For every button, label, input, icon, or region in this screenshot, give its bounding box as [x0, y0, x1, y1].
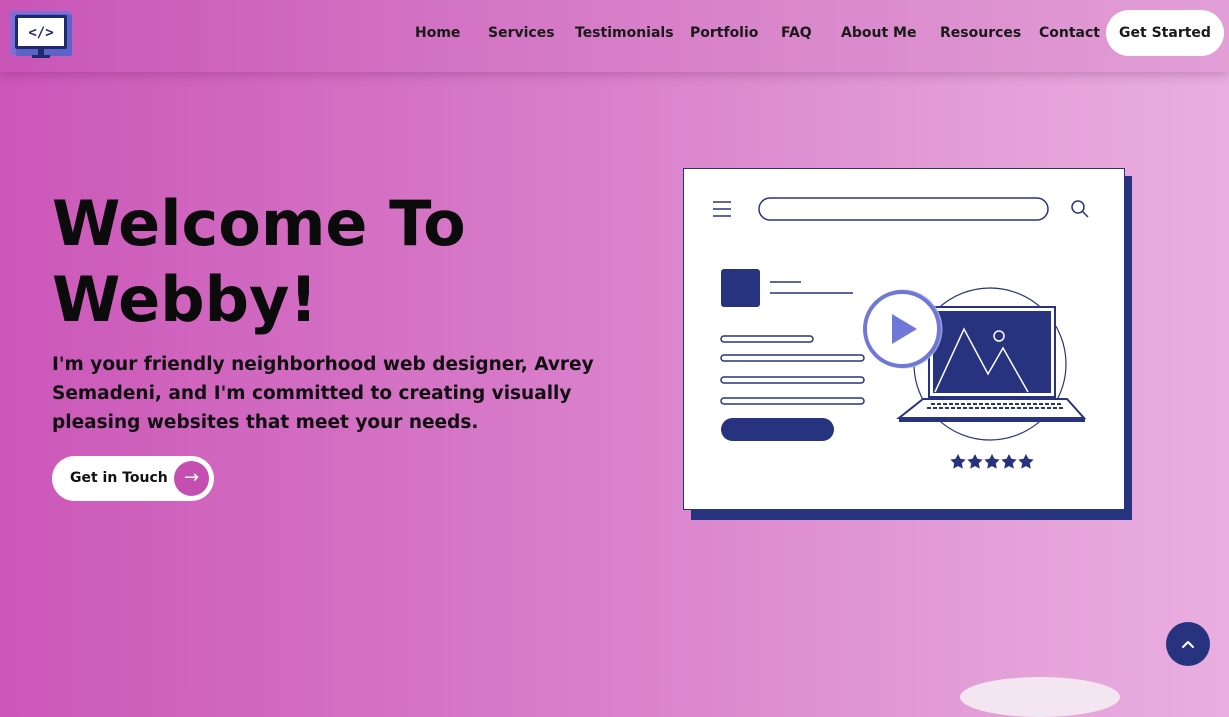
mock-avatar-block [721, 269, 760, 307]
get-in-touch-button[interactable]: Get in Touch → [52, 456, 214, 501]
nav-resources-link[interactable]: Resources [940, 25, 1021, 41]
nav-home-link[interactable]: Home [415, 25, 460, 41]
logo-code-text: </> [28, 25, 53, 41]
hero-title-line-2: Webby! [52, 263, 318, 336]
get-started-button[interactable]: Get Started [1106, 10, 1224, 56]
hero-description: I'm your friendly neighborhood web desig… [52, 354, 594, 433]
website-illustration [683, 168, 1132, 520]
scroll-to-top-button[interactable] [1166, 622, 1210, 666]
nav-about-me-link[interactable]: About Me [841, 25, 916, 41]
nav-portfolio-link[interactable]: Portfolio [690, 25, 758, 41]
code-monitor-logo-icon[interactable]: </> [8, 8, 78, 60]
nav-faq-link[interactable]: FAQ [781, 25, 812, 41]
nav-testimonials-link[interactable]: Testimonials [575, 25, 674, 41]
next-section-edge [960, 677, 1120, 717]
nav-contact-link[interactable]: Contact [1039, 25, 1100, 41]
play-video-icon [863, 289, 943, 369]
mock-button [721, 418, 834, 441]
chevron-up-icon [1182, 641, 1194, 648]
hero-title-line-1: Welcome To [52, 187, 466, 260]
get-in-touch-label: Get in Touch [70, 470, 168, 486]
arrow-right-icon: → [174, 461, 209, 496]
hero-title: Welcome To Webby! [52, 186, 612, 338]
nav-services-link[interactable]: Services [488, 25, 555, 41]
top-navigation-bar: </> Home Services Testimonials Portfolio… [0, 0, 1229, 72]
